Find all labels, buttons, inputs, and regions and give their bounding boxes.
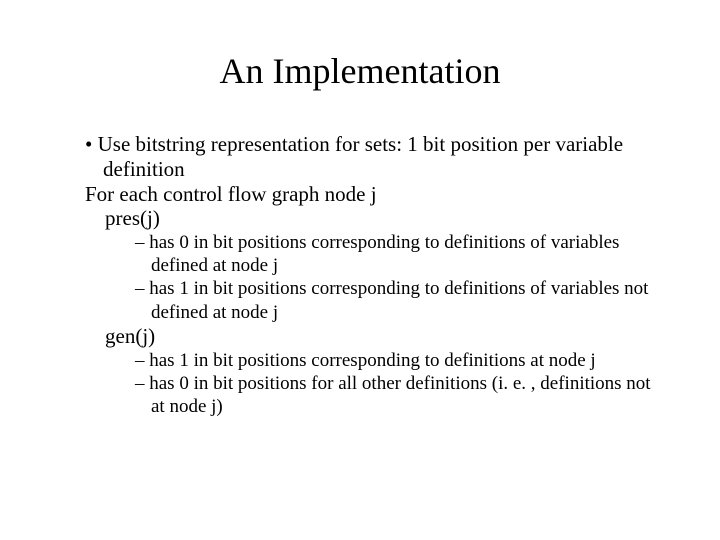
line-foreach: For each control flow graph node j [85,182,665,207]
pres-sub-2: has 1 in bit positions corresponding to … [135,277,665,323]
bullet-1: Use bitstring representation for sets: 1… [85,132,665,182]
pres-sub-1: has 0 in bit positions corresponding to … [135,231,665,277]
slide-title: An Implementation [55,50,665,92]
gen-sub-1: has 1 in bit positions corresponding to … [135,349,665,372]
slide-body: Use bitstring representation for sets: 1… [55,132,665,418]
gen-label: gen(j) [105,324,665,349]
pres-label: pres(j) [105,206,665,231]
gen-sub-2: has 0 in bit positions for all other def… [135,372,665,418]
slide: An Implementation Use bitstring represen… [0,0,720,540]
